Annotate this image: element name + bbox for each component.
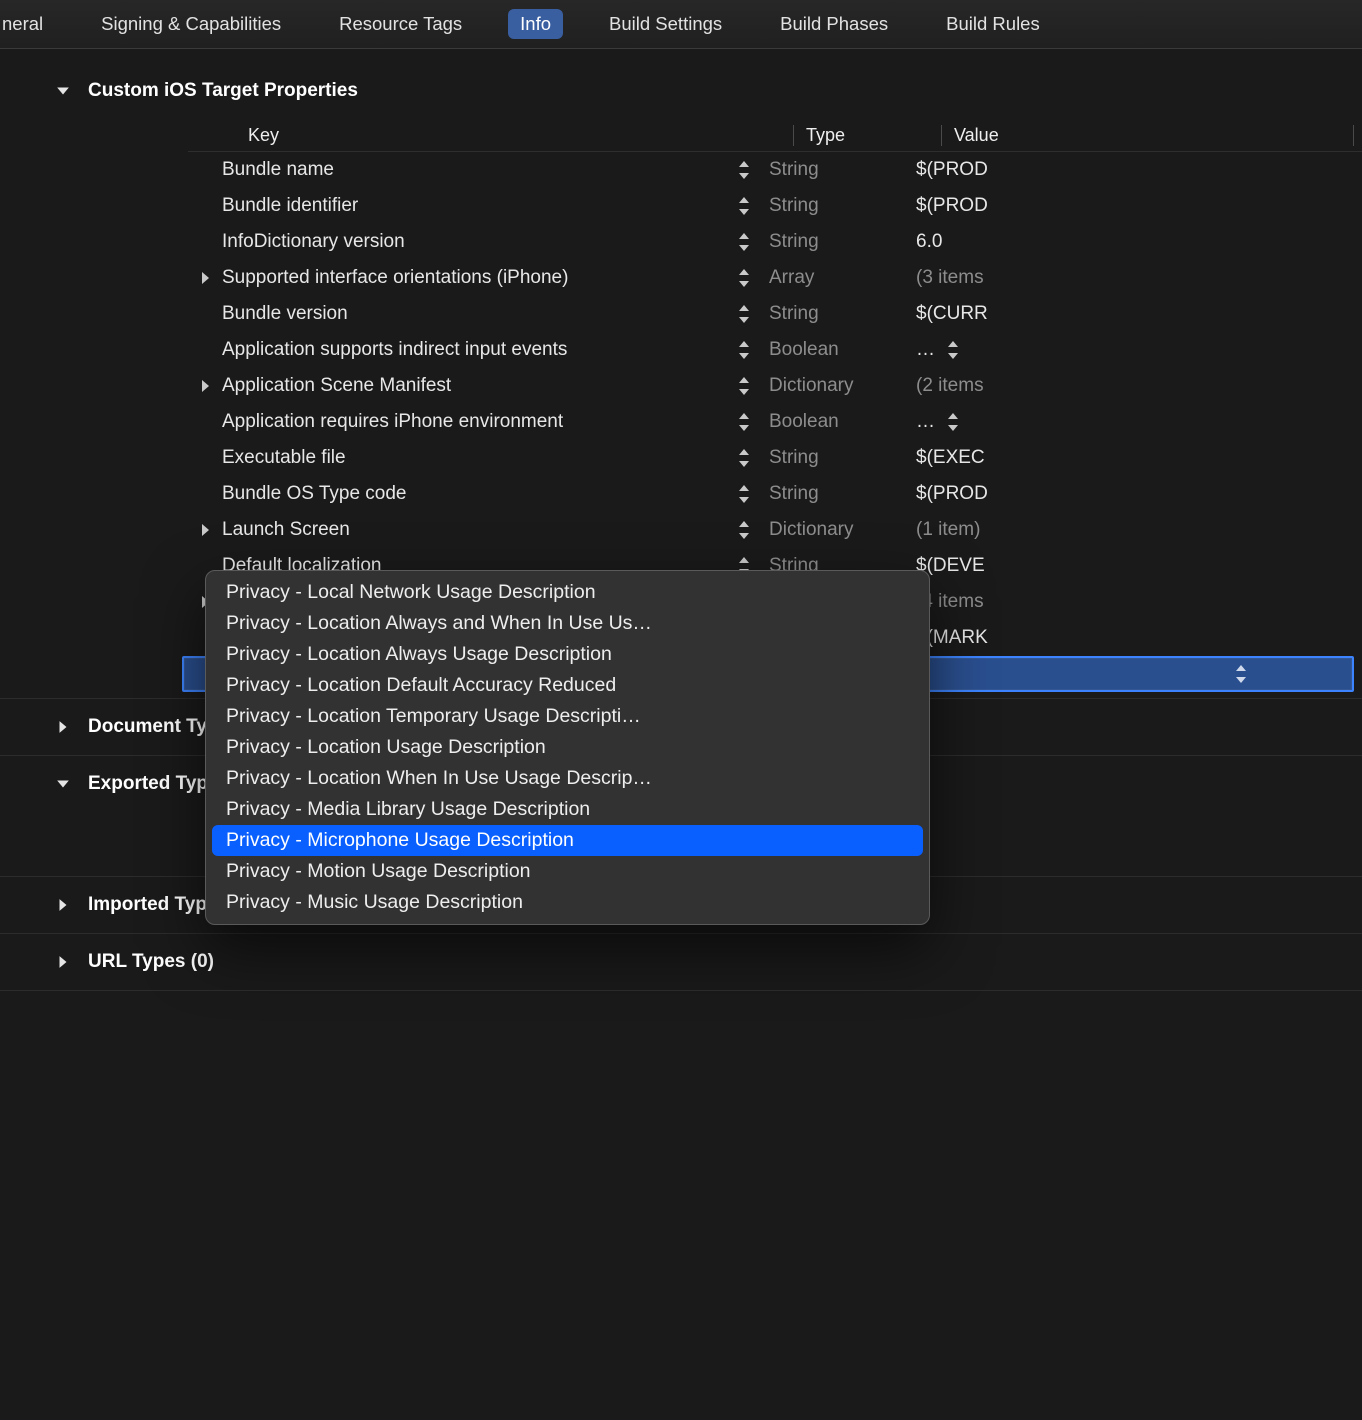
plist-row[interactable]: Application supports indirect input even…	[188, 332, 1362, 368]
plist-key-cell[interactable]: Bundle OS Type code	[222, 483, 733, 505]
plist-row[interactable]: Bundle version String$(CURR	[188, 296, 1362, 332]
tab-resource-tags[interactable]: Resource Tags	[327, 9, 474, 39]
plist-key-cell[interactable]: Supported interface orientations (iPhone…	[222, 267, 733, 289]
plist-value-cell[interactable]: $(PROD	[902, 159, 1362, 181]
completion-option[interactable]: Privacy - Location Always Usage Descript…	[212, 639, 923, 670]
plist-type-cell[interactable]: Dictionary	[755, 375, 902, 397]
plist-row[interactable]: Supported interface orientations (iPhone…	[188, 260, 1362, 296]
chevron-down-icon	[54, 775, 72, 793]
plist-header: Key Type Value	[188, 119, 1362, 151]
stepper-icon[interactable]	[733, 413, 755, 431]
plist-row[interactable]: Application requires iPhone environment B…	[188, 404, 1362, 440]
plist-type-cell[interactable]: String	[755, 195, 902, 217]
plist-key-cell[interactable]: Bundle version	[222, 303, 733, 325]
plist-type-cell[interactable]: String	[755, 483, 902, 505]
tab-build-settings[interactable]: Build Settings	[597, 9, 734, 39]
tab-build-rules[interactable]: Build Rules	[934, 9, 1052, 39]
plist-value-cell[interactable]: $(EXEC	[902, 447, 1362, 469]
completion-option[interactable]: Privacy - Local Network Usage Descriptio…	[212, 577, 923, 608]
plist-type-cell[interactable]: String	[755, 231, 902, 253]
plist-value-cell[interactable]: (3 items	[902, 267, 1362, 289]
plist-value-cell[interactable]: 6.0	[902, 231, 1362, 253]
plist-key-cell[interactable]: Application requires iPhone environment	[222, 411, 733, 433]
header-value[interactable]: Value	[941, 125, 1354, 146]
stepper-icon[interactable]	[733, 161, 755, 179]
plist-type-cell[interactable]: Boolean	[755, 339, 902, 361]
target-editor-tabbar: neral Signing & Capabilities Resource Ta…	[0, 0, 1362, 49]
disclosure-icon[interactable]	[188, 524, 222, 536]
section-title: Custom iOS Target Properties	[88, 80, 358, 102]
stepper-icon[interactable]	[733, 449, 755, 467]
plist-type-cell[interactable]: String	[755, 303, 902, 325]
plist-type-cell[interactable]: Dictionary	[755, 519, 902, 541]
stepper-icon[interactable]	[733, 341, 755, 359]
completion-option[interactable]: Privacy - Location Usage Description	[212, 732, 923, 763]
completion-option[interactable]: Privacy - Location When In Use Usage Des…	[212, 763, 923, 794]
completion-option[interactable]: Privacy - Motion Usage Description	[212, 856, 923, 887]
disclosure-icon[interactable]	[188, 272, 222, 284]
stepper-icon[interactable]	[1230, 665, 1252, 683]
section-url-types[interactable]: URL Types (0)	[0, 934, 1362, 990]
header-key[interactable]: Key	[188, 125, 793, 146]
plist-key-cell[interactable]: Executable file	[222, 447, 733, 469]
section-title: Document Ty	[88, 716, 207, 738]
plist-type-cell[interactable]: String	[755, 447, 902, 469]
plist-key-cell[interactable]: Application supports indirect input even…	[222, 339, 733, 361]
completion-option[interactable]: Privacy - Microphone Usage Description	[212, 825, 923, 856]
header-type[interactable]: Type	[793, 125, 941, 146]
disclosure-icon[interactable]	[188, 380, 222, 392]
plist-value-cell[interactable]: (2 items	[902, 375, 1362, 397]
tab-signing-capabilities[interactable]: Signing & Capabilities	[89, 9, 293, 39]
plist-key-cell[interactable]: Bundle identifier	[222, 195, 733, 217]
plist-value-cell[interactable]: $(MARK	[902, 627, 1362, 649]
completion-option[interactable]: Privacy - Media Library Usage Descriptio…	[212, 794, 923, 825]
plist-value-cell[interactable]: …	[902, 339, 1362, 361]
section-title: Exported Typ	[88, 773, 208, 795]
completion-option[interactable]: Privacy - Music Usage Description	[212, 887, 923, 918]
xcode-info-tab: neral Signing & Capabilities Resource Ta…	[0, 0, 1362, 1420]
plist-key-cell[interactable]: Bundle name	[222, 159, 733, 181]
plist-type-cell[interactable]: String	[755, 159, 902, 181]
stepper-icon[interactable]	[733, 233, 755, 251]
plist-row[interactable]: Bundle identifier String$(PROD	[188, 188, 1362, 224]
plist-row[interactable]: Bundle OS Type code String$(PROD	[188, 476, 1362, 512]
stepper-icon[interactable]	[733, 197, 755, 215]
stepper-icon[interactable]	[733, 485, 755, 503]
plist-row[interactable]: Bundle name String$(PROD	[188, 152, 1362, 188]
plist-value-cell[interactable]: (4 items	[902, 591, 1362, 613]
tab-general[interactable]: neral	[0, 9, 55, 39]
completion-option[interactable]: Privacy - Location Always and When In Us…	[212, 608, 923, 639]
tab-build-phases[interactable]: Build Phases	[768, 9, 900, 39]
plist-key-cell[interactable]: Launch Screen	[222, 519, 733, 541]
section-title: URL Types (0)	[88, 951, 214, 973]
plist-key-completion-popover[interactable]: Privacy - Local Network Usage Descriptio…	[205, 570, 930, 925]
plist-value-cell[interactable]: $(DEVE	[902, 555, 1362, 577]
plist-value-cell[interactable]: $(PROD	[902, 195, 1362, 217]
plist-type-cell[interactable]: Array	[755, 267, 902, 289]
section-custom-ios-target-properties[interactable]: Custom iOS Target Properties	[0, 63, 1362, 119]
chevron-right-icon	[54, 896, 72, 914]
completion-option[interactable]: Privacy - Location Temporary Usage Descr…	[212, 701, 923, 732]
chevron-right-icon	[54, 953, 72, 971]
tab-info[interactable]: Info	[508, 9, 563, 39]
plist-key-cell[interactable]: InfoDictionary version	[222, 231, 733, 253]
stepper-icon[interactable]	[733, 305, 755, 323]
plist-value-cell[interactable]: …	[902, 411, 1362, 433]
plist-value-cell[interactable]: $(PROD	[902, 483, 1362, 505]
plist-value-cell[interactable]: (1 item)	[902, 519, 1362, 541]
chevron-right-icon	[54, 718, 72, 736]
plist-value-cell[interactable]: $(CURR	[902, 303, 1362, 325]
plist-row[interactable]: Executable file String$(EXEC	[188, 440, 1362, 476]
stepper-icon[interactable]	[733, 269, 755, 287]
plist-row[interactable]: Launch Screen Dictionary(1 item)	[188, 512, 1362, 548]
chevron-down-icon	[54, 82, 72, 100]
plist-row[interactable]: Application Scene Manifest Dictionary(2 i…	[188, 368, 1362, 404]
plist-type-cell[interactable]: Boolean	[755, 411, 902, 433]
stepper-icon[interactable]	[733, 521, 755, 539]
stepper-icon[interactable]	[733, 377, 755, 395]
plist-key-cell[interactable]: Application Scene Manifest	[222, 375, 733, 397]
plist-row[interactable]: InfoDictionary version String6.0	[188, 224, 1362, 260]
completion-option[interactable]: Privacy - Location Default Accuracy Redu…	[212, 670, 923, 701]
